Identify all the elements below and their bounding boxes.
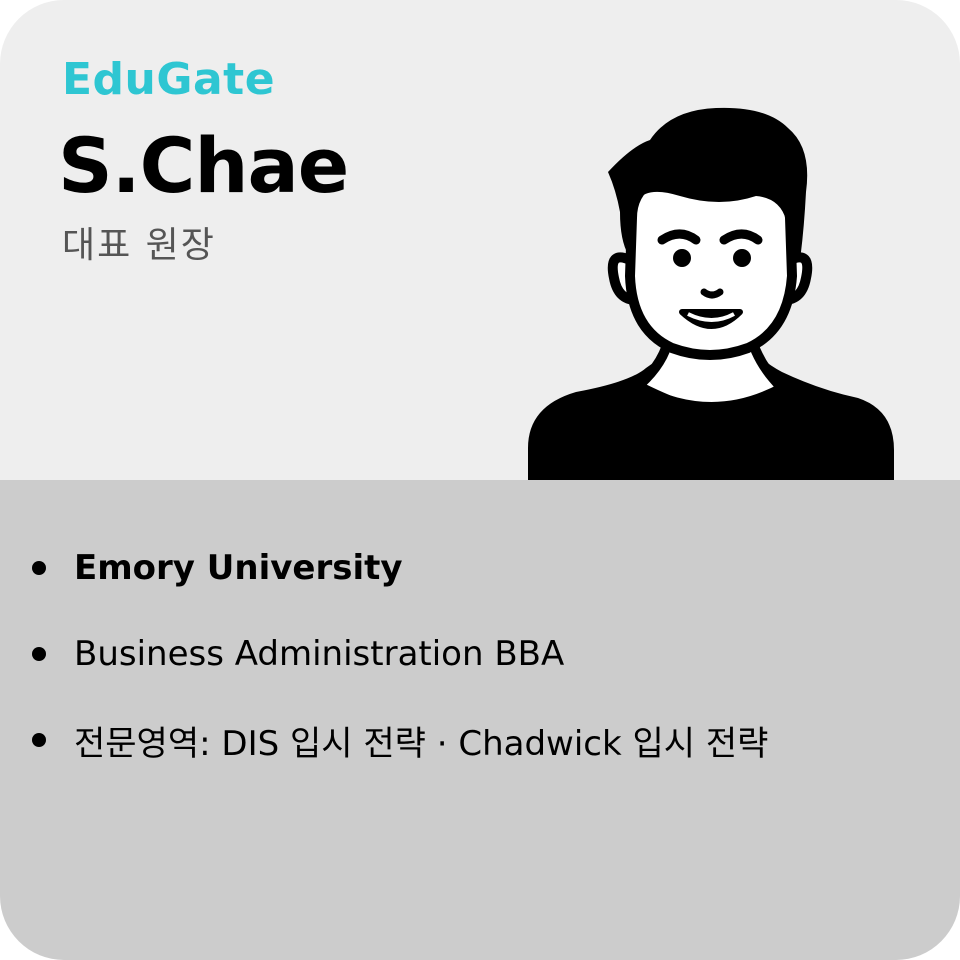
details-list: Emory University Business Administration… xyxy=(28,540,768,798)
list-item: 전문영역: DIS 입시 전략 · Chadwick 입시 전략 xyxy=(28,712,768,768)
specialty-areas: 전문영역: DIS 입시 전략 · Chadwick 입시 전략 xyxy=(74,723,769,764)
profile-name: S.Chae xyxy=(58,121,349,210)
list-item: Emory University xyxy=(28,540,768,596)
header-section: EduGate S.Chae 대표 원장 xyxy=(0,0,960,480)
education-degree: Business Administration BBA xyxy=(74,634,565,674)
bullet-icon xyxy=(32,733,46,747)
person-avatar-icon xyxy=(528,107,894,480)
list-item: Business Administration BBA xyxy=(28,626,768,682)
bullet-icon xyxy=(32,647,46,661)
profile-role: 대표 원장 xyxy=(62,225,216,266)
education-school: Emory University xyxy=(74,548,403,588)
bullet-icon xyxy=(32,561,46,575)
brand-logo-text: EduGate xyxy=(62,54,276,105)
profile-card: EduGate S.Chae 대표 원장 Emory University Bu… xyxy=(0,0,960,960)
